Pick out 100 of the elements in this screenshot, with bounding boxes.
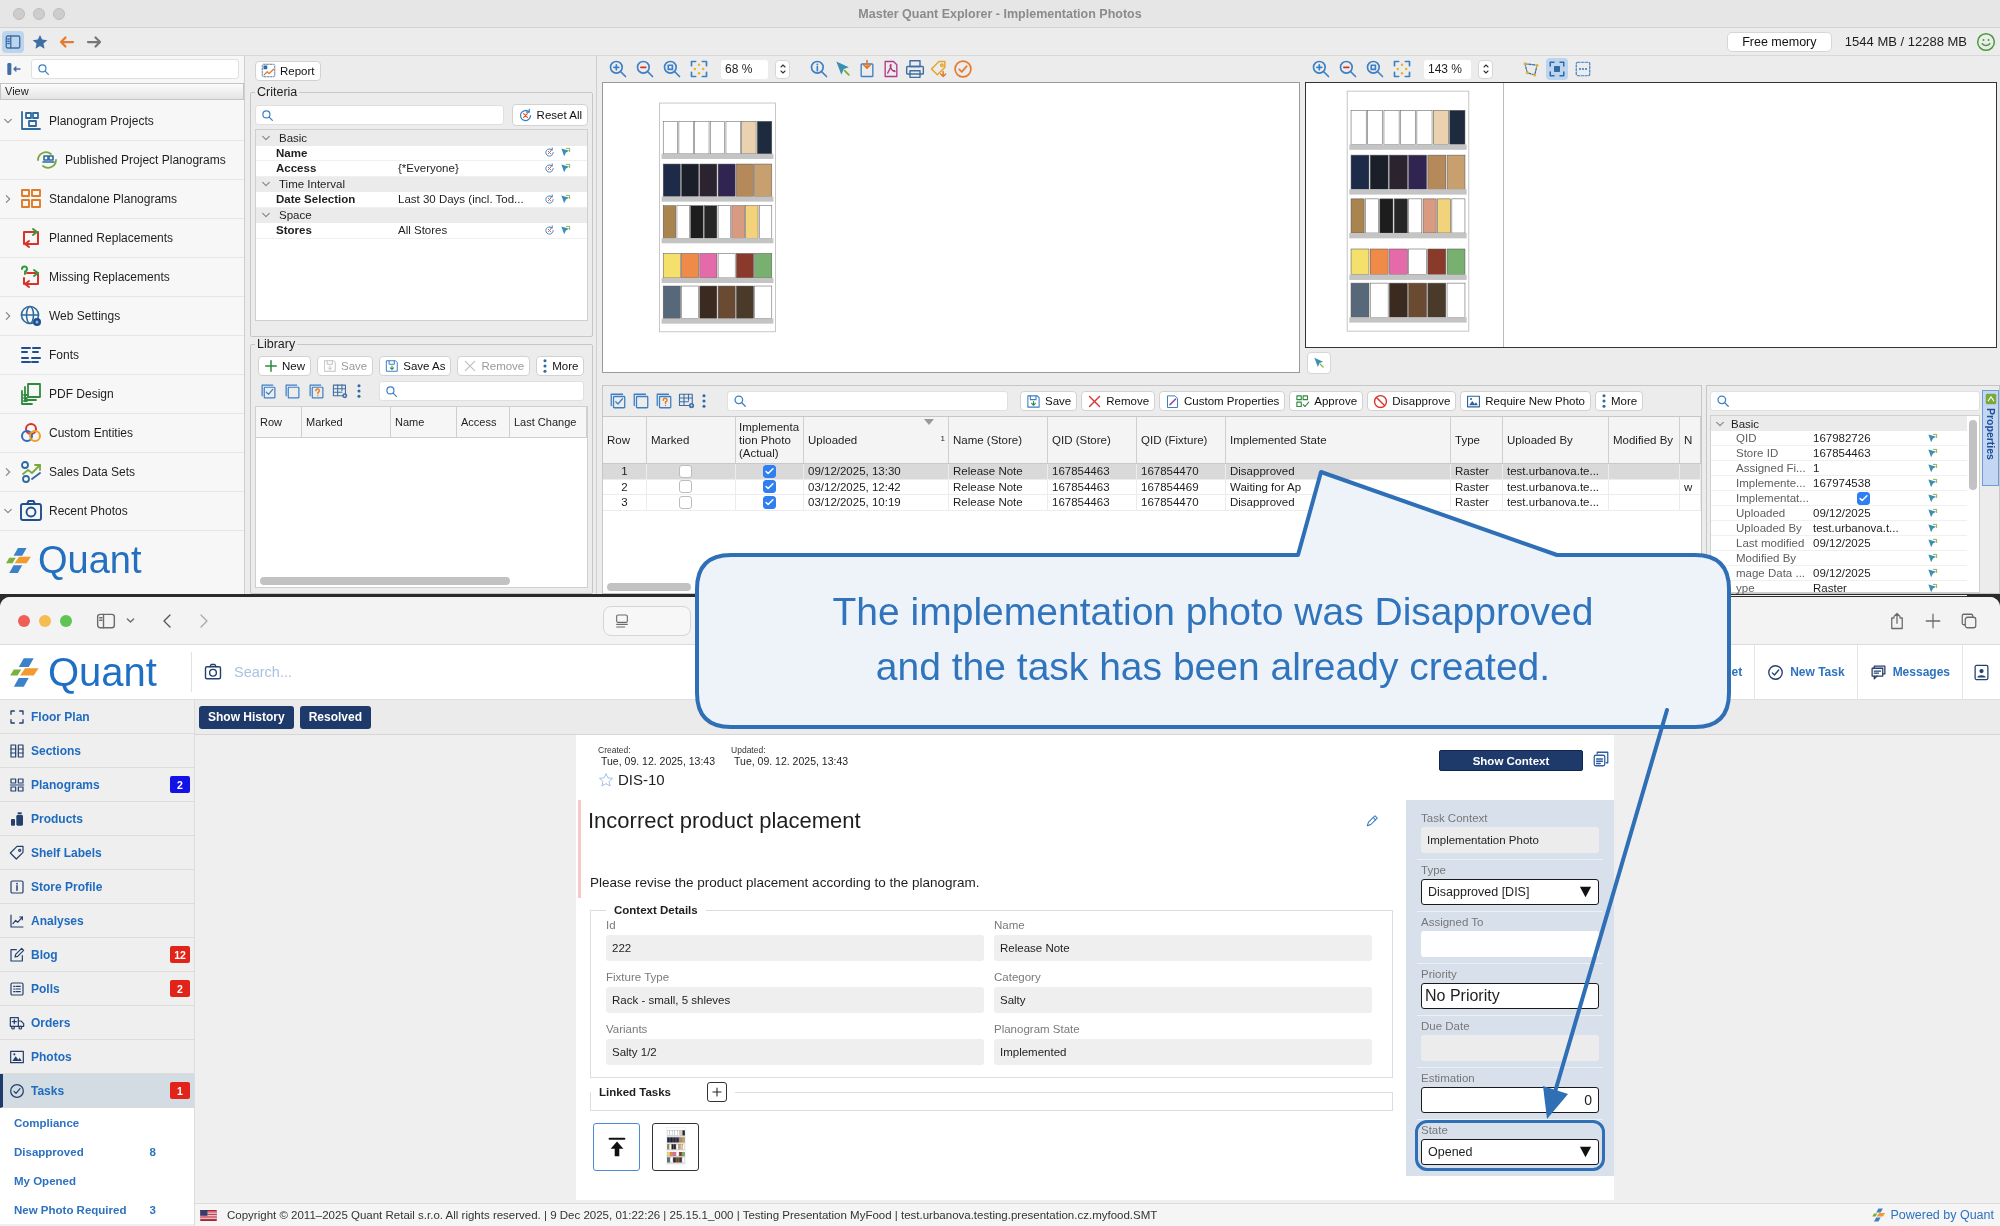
collapse-panel-icon[interactable]	[6, 61, 22, 77]
pointer-icon[interactable]	[1927, 507, 1938, 519]
pointer-icon[interactable]	[1927, 462, 1938, 474]
search-field[interactable]	[31, 59, 239, 79]
check-circle-icon[interactable]	[953, 59, 973, 79]
scrollbar-thumb[interactable]	[1969, 420, 1977, 490]
upload-button[interactable]	[593, 1123, 640, 1171]
pointer-icon[interactable]	[1927, 567, 1938, 579]
chevron-right-icon[interactable]	[3, 467, 13, 477]
nav-item[interactable]: Floor Plan	[0, 700, 194, 734]
tree-item[interactable]: Missing Replacements	[0, 258, 244, 297]
header-link[interactable]: New Task	[1754, 644, 1857, 700]
address-bar[interactable]	[603, 605, 691, 636]
add-button[interactable]	[707, 1082, 727, 1102]
reset-icon[interactable]	[544, 224, 555, 236]
frame-target-icon[interactable]	[1546, 58, 1568, 80]
column-header[interactable]: Implementation Photo (Actual)	[736, 417, 804, 463]
column-header[interactable]: N	[1680, 417, 1701, 463]
plus-icon[interactable]	[1924, 611, 1942, 630]
pointer-icon[interactable]	[1927, 552, 1938, 564]
pointer-icon[interactable]	[1927, 477, 1938, 489]
help-document-icon[interactable]	[308, 382, 325, 400]
checkbox[interactable]	[678, 464, 692, 478]
pointer-icon[interactable]	[1927, 447, 1938, 459]
column-header[interactable]: Marked	[302, 407, 391, 437]
pencil-icon[interactable]	[1365, 814, 1379, 828]
info-search-icon[interactable]	[809, 59, 829, 79]
fit-frame-icon[interactable]	[689, 59, 709, 79]
tree-item[interactable]: Planned Replacements	[0, 219, 244, 258]
scrollbar-thumb[interactable]	[607, 583, 691, 591]
chevron-down-icon[interactable]	[3, 506, 13, 516]
nav-item[interactable]: Tasks 1	[0, 1074, 194, 1108]
column-header[interactable]: Modified By	[1609, 417, 1680, 463]
pointer-icon[interactable]	[1927, 537, 1938, 549]
window-control-icon[interactable]	[18, 614, 30, 627]
table-settings-icon[interactable]	[678, 392, 696, 410]
column-header[interactable]: Row	[256, 407, 302, 437]
disapprove-button[interactable]: Disapprove	[1367, 391, 1457, 411]
zoom-out-icon[interactable]	[1338, 59, 1358, 79]
cursor-icon[interactable]	[1307, 352, 1331, 374]
chevron-down-icon[interactable]	[125, 615, 136, 626]
free-memory-button[interactable]: Free memory	[1726, 31, 1832, 52]
more-button[interactable]: More	[536, 356, 585, 376]
pointer-icon[interactable]	[560, 162, 571, 174]
copy-icon[interactable]	[632, 392, 650, 410]
chevron-right-icon[interactable]	[3, 194, 13, 204]
tree-item[interactable]: Planogram Projects	[0, 102, 244, 141]
column-header[interactable]: Implemented State	[1226, 417, 1451, 463]
scrollbar-thumb[interactable]	[260, 577, 510, 585]
nav-item[interactable]: Blog 12	[0, 938, 194, 972]
column-header[interactable]: Row	[603, 417, 647, 463]
column-header[interactable]: Access	[457, 407, 510, 437]
camera-icon[interactable]	[203, 663, 222, 681]
tree-item[interactable]: Web Settings	[0, 297, 244, 336]
zoom-reset-icon[interactable]	[1365, 59, 1385, 79]
reset-icon[interactable]	[544, 147, 555, 159]
readonly-field[interactable]	[1421, 1035, 1599, 1061]
printer-icon[interactable]	[905, 59, 925, 79]
zoom-in-icon[interactable]	[608, 59, 628, 79]
nav-item[interactable]: Planograms 2	[0, 768, 194, 802]
checkbox[interactable]	[1857, 491, 1870, 505]
new-button[interactable]: New	[258, 356, 311, 376]
tabs-icon[interactable]	[1960, 611, 1978, 630]
nav-item[interactable]: Orders	[0, 1006, 194, 1040]
resolved-button[interactable]: Resolved	[299, 705, 372, 729]
pointer-icon[interactable]	[1927, 492, 1938, 504]
number-field[interactable]: 0	[1421, 1087, 1599, 1113]
share-icon[interactable]	[1888, 611, 1906, 630]
zoom-field[interactable]: 143 %	[1424, 59, 1471, 79]
header-link[interactable]: et	[1728, 644, 1755, 700]
require-photo-button[interactable]: Require New Photo	[1460, 391, 1592, 411]
powered-by-link[interactable]: Powered by Quant	[1890, 1208, 1994, 1222]
tree-item[interactable]: Sales Data Sets	[0, 453, 244, 492]
search-field[interactable]	[1710, 391, 1980, 411]
subnav-item[interactable]: New Photo Required 3	[0, 1195, 194, 1224]
reset-icon[interactable]	[544, 193, 555, 205]
reset-icon[interactable]	[544, 162, 555, 174]
column-header[interactable]: Last Change	[510, 407, 587, 437]
subnav-item[interactable]: My Opened	[0, 1166, 194, 1195]
pointer-icon[interactable]	[560, 224, 571, 236]
search-field[interactable]	[255, 105, 504, 125]
show-context-button[interactable]: Show Context	[1439, 750, 1583, 771]
approve-button[interactable]: Approve	[1289, 391, 1364, 411]
readonly-field[interactable]: Implementation Photo	[1421, 827, 1599, 853]
dropdown[interactable]: Opened	[1421, 1139, 1599, 1165]
custom-properties-button[interactable]: Custom Properties	[1159, 391, 1286, 411]
nav-item[interactable]: Polls 2	[0, 972, 194, 1006]
pointer-icon[interactable]	[560, 193, 571, 205]
tree-item[interactable]: Custom Entities	[0, 414, 244, 453]
checkbox[interactable]	[678, 480, 692, 494]
subnav-item[interactable]: Disapproved 8	[0, 1137, 194, 1166]
tag-icon[interactable]	[929, 59, 949, 79]
input-field[interactable]: No Priority	[1421, 983, 1599, 1009]
star-icon[interactable]	[598, 771, 614, 788]
table-settings-icon[interactable]	[332, 382, 349, 400]
nav-item[interactable]: Store Profile	[0, 870, 194, 904]
flag-icon[interactable]	[200, 1209, 217, 1221]
input-field[interactable]	[1421, 931, 1599, 957]
column-header[interactable]: Name	[391, 407, 457, 437]
search-field[interactable]	[379, 381, 584, 401]
